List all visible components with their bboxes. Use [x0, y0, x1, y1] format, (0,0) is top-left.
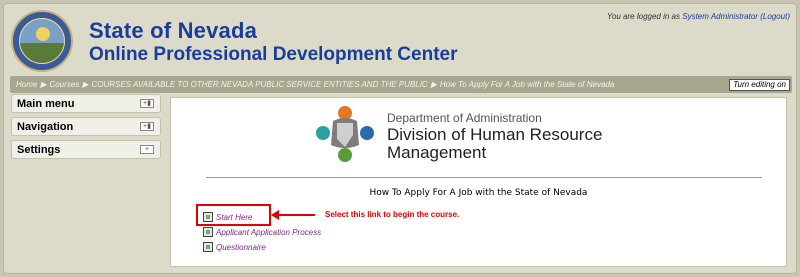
highlight-box [196, 204, 271, 226]
annotation-text: Select this link to begin the course. [325, 210, 460, 219]
seal-sun-icon [36, 27, 50, 41]
navigation-bar: Home ▶ Courses ▶ COURSES AVAILABLE TO OTHER … [10, 76, 792, 93]
expand-block-icon[interactable]: + [140, 145, 154, 154]
department-name: Department of Administration [387, 111, 542, 125]
division-line-1: Division of Human Resource [387, 125, 603, 144]
activity-link[interactable]: Applicant Application Process [216, 228, 321, 237]
site-subtitle: Online Professional Development Center [89, 44, 458, 65]
arrow-line [273, 214, 315, 216]
division-line-2: Management [387, 143, 487, 162]
breadcrumb-item-home[interactable]: Home [16, 80, 37, 89]
login-prefix: You are logged in as [607, 12, 680, 21]
divider [206, 177, 762, 178]
sidebar: Main menu +▮ Navigation +▮ Settings + [11, 94, 161, 163]
department-logo [316, 106, 374, 162]
breadcrumb: Home ▶ Courses ▶ COURSES AVAILABLE TO OTHER … [16, 80, 614, 89]
breadcrumb-separator-icon: ▶ [82, 80, 89, 89]
block-title: Settings [17, 144, 61, 156]
dock-block-icon[interactable]: +▮ [140, 99, 154, 108]
turn-editing-on-button[interactable]: Turn editing on [729, 79, 790, 91]
site-header: State of Nevada Online Professional Deve… [4, 4, 796, 74]
user-name-link[interactable]: System Administrator [682, 12, 758, 21]
logout-link[interactable]: (Logout) [760, 12, 790, 21]
activity-link[interactable]: Questionnaire [216, 243, 266, 252]
page-icon [203, 227, 213, 237]
questionnaire-icon [203, 242, 213, 252]
course-title: How To Apply For A Job with the State of… [369, 188, 588, 198]
state-seal-logo [11, 10, 73, 72]
block-navigation[interactable]: Navigation +▮ [11, 117, 161, 136]
login-info: You are logged in as System Administrato… [607, 12, 790, 21]
site-title: State of Nevada [89, 18, 258, 43]
division-name: Division of Human Resource Management [387, 126, 667, 162]
block-main-menu[interactable]: Main menu +▮ [11, 94, 161, 113]
breadcrumb-separator-icon: ▶ [430, 80, 437, 89]
activity-questionnaire[interactable]: Questionnaire [203, 242, 266, 252]
course-content: Department of Administration Division of… [170, 97, 787, 267]
seal-emblem [19, 18, 65, 64]
breadcrumb-item-courses[interactable]: Courses [50, 80, 80, 89]
block-title: Main menu [17, 98, 75, 110]
block-title: Navigation [17, 121, 74, 133]
breadcrumb-item-course: How To Apply For A Job with the State of… [439, 80, 615, 89]
breadcrumb-item-category[interactable]: COURSES AVAILABLE TO OTHER NEVADA PUBLIC… [91, 80, 427, 89]
dock-block-icon[interactable]: +▮ [140, 122, 154, 131]
block-settings[interactable]: Settings + [11, 140, 161, 159]
seal-landscape-icon [20, 43, 64, 63]
activity-applicant-application-process[interactable]: Applicant Application Process [203, 227, 321, 237]
breadcrumb-separator-icon: ▶ [40, 80, 47, 89]
